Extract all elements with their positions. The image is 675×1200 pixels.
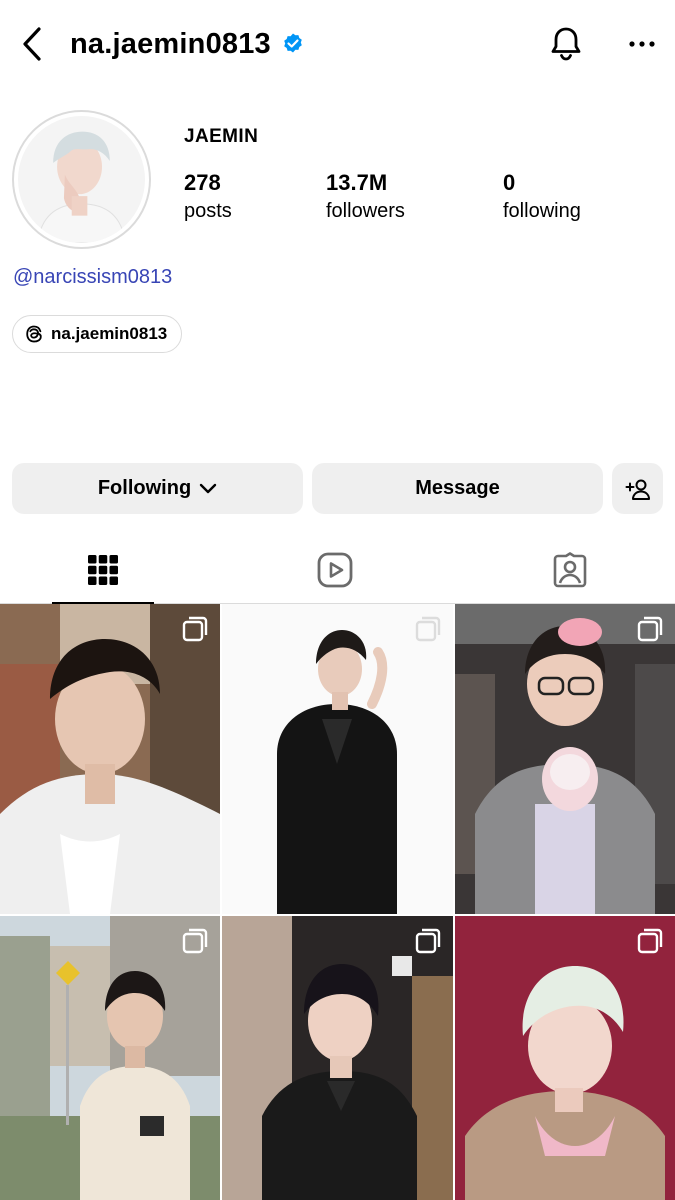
followers-label: followers [326, 200, 405, 222]
post-thumbnail[interactable] [222, 604, 453, 914]
following-count: 0 [503, 170, 516, 195]
more-options-button[interactable] [622, 26, 662, 62]
threads-icon [26, 325, 42, 343]
add-person-icon [625, 479, 650, 500]
carousel-icon [415, 928, 441, 954]
post-photo [455, 916, 675, 1200]
following-label: following [503, 200, 581, 222]
carousel-icon [182, 616, 208, 642]
threads-link[interactable]: na.jaemin0813 [12, 315, 183, 353]
bio-mention-link[interactable]: @narcissism0813 [13, 266, 172, 289]
following-button[interactable]: Following [12, 463, 303, 514]
username-row: na.jaemin0813 [70, 24, 305, 64]
threads-handle: na.jaemin0813 [51, 324, 168, 343]
followers-stat[interactable]: 13.7M followers [326, 168, 405, 224]
carousel-icon [637, 616, 663, 642]
tab-posts-grid[interactable] [52, 536, 154, 604]
top-bar: na.jaemin0813 [0, 0, 675, 88]
post-photo [0, 604, 220, 914]
post-photo [222, 916, 453, 1200]
post-photo [0, 916, 220, 1200]
chevron-left-icon [23, 27, 41, 61]
grid-icon [88, 554, 118, 585]
posts-count: 278 [184, 170, 221, 195]
post-photo [455, 604, 675, 914]
message-button-label: Message [415, 477, 500, 499]
post-thumbnail[interactable] [455, 604, 675, 914]
reels-icon [317, 552, 353, 587]
profile-tabs [0, 536, 675, 604]
post-thumbnail[interactable] [0, 604, 220, 914]
notifications-button[interactable] [546, 24, 586, 64]
tagged-icon [553, 551, 587, 587]
verified-badge-icon [281, 32, 305, 56]
post-photo [222, 604, 453, 914]
posts-label: posts [184, 200, 232, 222]
followers-count: 13.7M [326, 170, 388, 195]
carousel-icon [415, 616, 441, 642]
post-thumbnail[interactable] [222, 916, 453, 1200]
profile-username: na.jaemin0813 [70, 27, 271, 60]
tab-reels[interactable] [284, 536, 386, 603]
more-horizontal-icon [629, 41, 655, 47]
posts-grid [0, 604, 675, 1200]
suggested-users-button[interactable] [612, 463, 663, 514]
carousel-icon [637, 928, 663, 954]
chevron-down-icon [199, 483, 217, 493]
following-button-label: Following [97, 477, 192, 499]
bell-icon [551, 27, 581, 61]
following-stat[interactable]: 0 following [503, 168, 581, 224]
tab-tagged[interactable] [519, 536, 621, 603]
avatar[interactable] [12, 110, 151, 249]
post-thumbnail[interactable] [0, 916, 220, 1200]
carousel-icon [182, 928, 208, 954]
avatar-photo [18, 116, 145, 243]
display-name: JAEMIN [184, 126, 259, 147]
posts-stat: 278 posts [184, 168, 232, 224]
message-button[interactable]: Message [312, 463, 603, 514]
back-button[interactable] [14, 26, 50, 62]
post-thumbnail[interactable] [455, 916, 675, 1200]
